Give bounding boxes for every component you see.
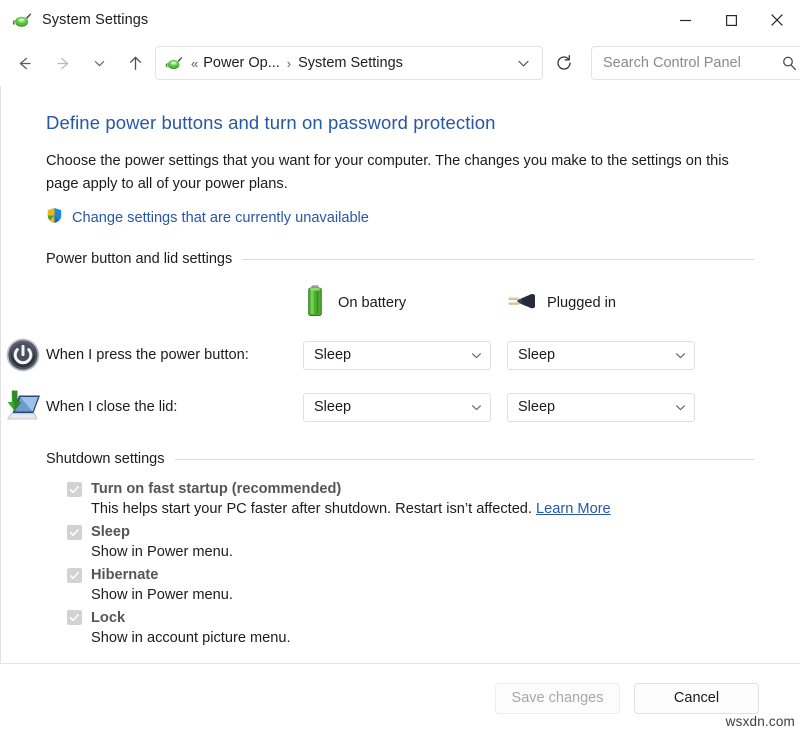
breadcrumb[interactable]: « Power Op... › System Settings [155,46,543,80]
window-title: System Settings [42,12,148,28]
checkbox-lock[interactable] [67,610,82,625]
checkbox-row-hibernate[interactable]: Hibernate [46,567,754,583]
checkbox-label-sleep: Sleep [91,524,130,540]
breadcrumb-chevron-down-icon[interactable] [510,48,536,78]
breadcrumb-overflow[interactable]: « [191,56,198,71]
list-item: Lock Show in account picture menu. [46,610,754,650]
address-bar: « Power Op... › System Settings Search C… [0,40,800,86]
power-button-icon [0,337,46,373]
back-arrow-icon[interactable] [8,47,40,79]
breadcrumb-segment-system-settings[interactable]: System Settings [298,55,403,71]
dropdown-power-button-on-battery[interactable]: Sleep [303,341,491,370]
close-icon[interactable] [754,0,800,40]
cancel-label: Cancel [674,690,719,706]
minimize-icon[interactable] [662,0,708,40]
dropdown-value: Sleep [314,399,470,415]
checkbox-description-lock: Show in account picture menu. [91,628,754,650]
column-header-plugged-in: Plugged in [506,289,616,318]
breadcrumb-separator: › [287,56,291,71]
shutdown-options-list: Turn on fast startup (recommended) This … [46,481,754,650]
recent-locations-chevron-down-icon[interactable] [86,47,112,79]
dropdown-value: Sleep [518,347,674,363]
chevron-down-icon[interactable] [470,401,483,414]
save-changes-button[interactable]: Save changes [495,683,620,714]
list-item: Sleep Show in Power menu. [46,524,754,564]
checkbox-label-hibernate: Hibernate [91,567,158,583]
column-header-plugged-in-label: Plugged in [547,295,616,311]
shutdown-section-header: Shutdown settings [46,451,754,467]
up-arrow-icon[interactable] [119,47,151,79]
system-settings-window: System Settings [0,0,800,732]
power-section-header: Power button and lid settings [46,251,754,267]
shield-icon [46,207,63,229]
uac-change-settings-row[interactable]: Change settings that are currently unava… [46,207,754,229]
checkbox-description-fast-startup: This helps start your PC faster after sh… [91,499,754,521]
column-header-on-battery: On battery [303,284,506,323]
dropdown-power-button-plugged-in[interactable]: Sleep [507,341,695,370]
maximize-icon[interactable] [708,0,754,40]
checkbox-description-sleep: Show in Power menu. [91,542,754,564]
power-plug-icon [506,289,536,318]
list-item: Hibernate Show in Power menu. [46,567,754,607]
search-icon[interactable] [781,55,798,72]
chevron-down-icon[interactable] [674,349,687,362]
uac-change-settings-link[interactable]: Change settings that are currently unava… [72,210,369,226]
chevron-down-icon[interactable] [470,349,483,362]
checkbox-label-fast-startup: Turn on fast startup (recommended) [91,481,341,497]
cancel-button[interactable]: Cancel [634,683,759,714]
dropdown-value: Sleep [314,347,470,363]
save-changes-label: Save changes [512,690,604,706]
list-item: Turn on fast startup (recommended) This … [46,481,754,521]
watermark: wsxdn.com [726,714,795,729]
page-description: Choose the power settings that you want … [46,150,736,195]
checkbox-label-lock: Lock [91,610,125,626]
shutdown-section-label: Shutdown settings [46,451,165,467]
control-panel-icon [12,10,32,30]
chevron-down-icon[interactable] [674,401,687,414]
description-text: This helps start your PC faster after sh… [91,501,532,517]
forward-arrow-icon[interactable] [47,47,79,79]
search-box[interactable]: Search Control Panel [591,46,800,80]
checkbox-row-fast-startup[interactable]: Turn on fast startup (recommended) [46,481,754,497]
laptop-lid-icon [0,389,46,425]
checkbox-sleep[interactable] [67,525,82,540]
power-section-label: Power button and lid settings [46,251,232,267]
section-divider [175,459,755,460]
setting-row-power-button: When I press the power button: Sleep Sle… [0,329,800,381]
setting-label-close-lid: When I close the lid: [46,399,303,415]
setting-label-power-button: When I press the power button: [46,347,303,363]
footer-actions: Save changes Cancel wsxdn.com [0,664,800,732]
dropdown-value: Sleep [518,399,674,415]
section-divider [242,259,754,260]
checkbox-row-lock[interactable]: Lock [46,610,754,626]
breadcrumb-segment-power-options[interactable]: Power Op... [203,55,280,71]
battery-icon [303,284,327,323]
page-title: Define power buttons and turn on passwor… [46,112,754,134]
dropdown-close-lid-plugged-in[interactable]: Sleep [507,393,695,422]
column-header-on-battery-label: On battery [338,295,406,311]
checkbox-hibernate[interactable] [67,568,82,583]
breadcrumb-control-panel-icon [165,54,183,72]
refresh-icon[interactable] [547,46,581,80]
title-bar: System Settings [0,0,800,40]
checkbox-row-sleep[interactable]: Sleep [46,524,754,540]
window-controls [662,0,800,40]
checkbox-fast-startup[interactable] [67,482,82,497]
power-column-headers: On battery Plugged in [0,277,800,329]
checkbox-description-hibernate: Show in Power menu. [91,585,754,607]
dropdown-close-lid-on-battery[interactable]: Sleep [303,393,491,422]
search-input[interactable]: Search Control Panel [603,55,781,71]
learn-more-link[interactable]: Learn More [536,501,611,517]
settings-content: Define power buttons and turn on passwor… [0,86,800,663]
setting-row-close-lid: When I close the lid: Sleep Sleep [0,381,800,433]
